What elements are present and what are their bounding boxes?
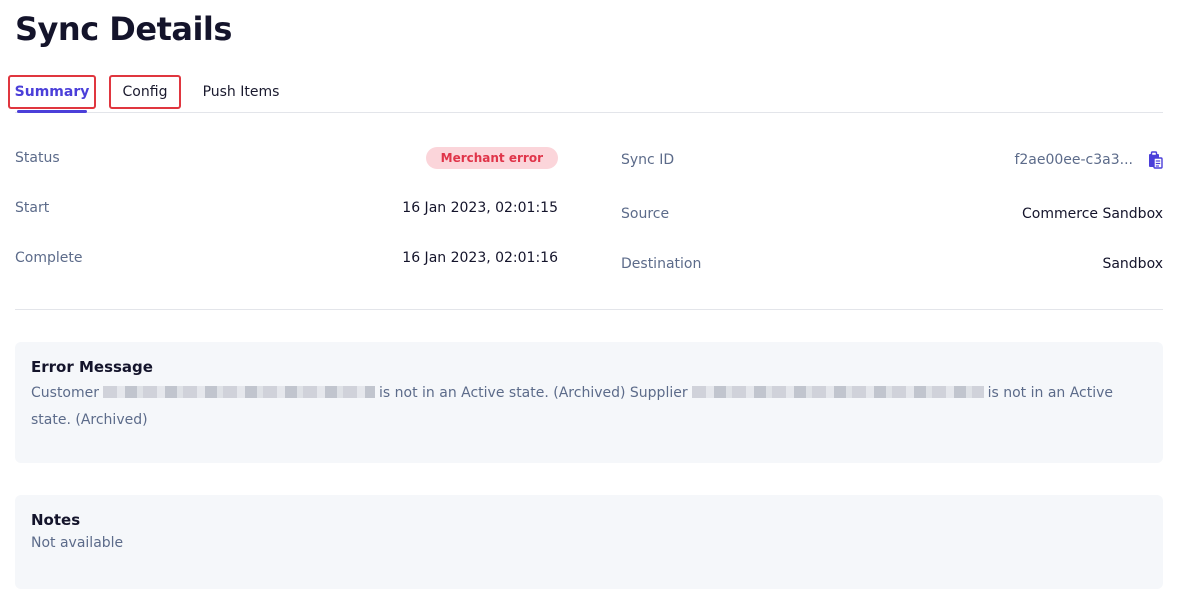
source-label: Source [621, 206, 670, 222]
notes-title: Notes [31, 511, 81, 529]
error-text-part1: Customer [31, 385, 100, 401]
active-tab-indicator [17, 110, 87, 113]
copy-clipboard-icon[interactable] [1147, 151, 1163, 169]
sync-id-value: f2ae00ee-c3a3... [1014, 152, 1133, 168]
sync-id-value-row: f2ae00ee-c3a3... [1014, 148, 1163, 172]
status-label: Status [15, 150, 60, 166]
tab-push-items[interactable]: Push Items [195, 75, 287, 109]
destination-value: Sandbox [1102, 256, 1163, 272]
start-value: 16 Jan 2023, 02:01:15 [402, 200, 558, 216]
error-text-part2: is not in an Active state. (Archived) Su… [379, 385, 688, 401]
redacted-customer-name [103, 386, 376, 398]
tab-config-label: Config [122, 84, 168, 100]
status-badge-wrap: Merchant error [425, 146, 558, 170]
redacted-supplier-name [691, 386, 984, 398]
tab-bar: Summary Config Push Items [8, 75, 1163, 113]
notes-card: Notes Not available [15, 495, 1163, 589]
tab-summary-label: Summary [14, 84, 90, 100]
tab-summary[interactable]: Summary [8, 75, 96, 113]
error-message-body: Customer is not in an Active state. (Arch… [31, 380, 1147, 434]
complete-label: Complete [15, 250, 83, 266]
tab-push-items-label: Push Items [202, 84, 280, 100]
sync-id-label: Sync ID [621, 152, 675, 168]
error-message-title: Error Message [31, 358, 153, 376]
destination-label: Destination [621, 256, 702, 272]
complete-value: 16 Jan 2023, 02:01:16 [402, 250, 558, 266]
tab-config[interactable]: Config [109, 75, 181, 109]
error-message-card: Error Message Customer is not in an Activ… [15, 342, 1163, 463]
sync-details-panel: Status Merchant error Start 16 Jan 2023,… [15, 140, 1163, 310]
page-title: Sync Details [15, 10, 232, 48]
source-value: Commerce Sandbox [1022, 206, 1163, 222]
notes-body: Not available [31, 535, 124, 551]
status-badge: Merchant error [425, 147, 558, 169]
start-label: Start [15, 200, 50, 216]
